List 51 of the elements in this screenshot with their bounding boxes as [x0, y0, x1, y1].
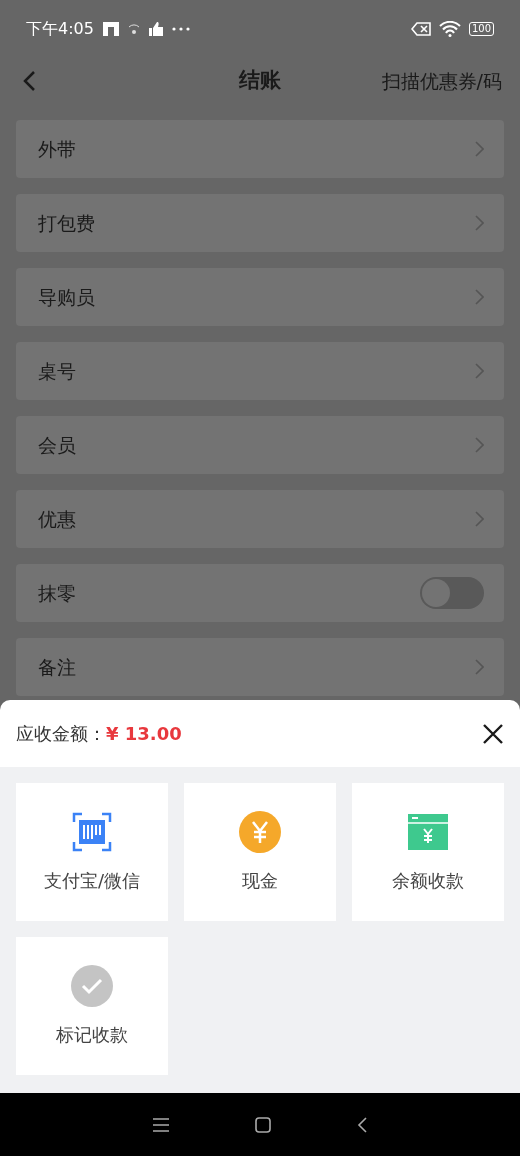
- settings-row[interactable]: 外带: [16, 120, 504, 178]
- settings-row[interactable]: 优惠: [16, 490, 504, 548]
- chevron-right-icon: [475, 141, 484, 157]
- payment-method-label: 现金: [242, 868, 278, 893]
- payment-method-tile[interactable]: 现金: [184, 783, 336, 921]
- amount-label: 应收金额：: [16, 722, 106, 746]
- row-label: 外带: [38, 136, 76, 162]
- wifi-icon: [438, 21, 461, 37]
- wallet-icon: [408, 813, 448, 850]
- payment-method-tile[interactable]: 余额收款: [352, 783, 504, 921]
- more-icon: [171, 27, 190, 31]
- home-square-icon[interactable]: [255, 1116, 271, 1133]
- chevron-right-icon: [475, 437, 484, 453]
- scan-coupon-button[interactable]: 扫描优惠券/码: [381, 66, 502, 96]
- row-label: 打包费: [38, 210, 95, 236]
- settings-row[interactable]: 打包费: [16, 194, 504, 252]
- settings-row[interactable]: 备注: [16, 638, 504, 696]
- amount-value: ¥ 13.00: [106, 722, 182, 746]
- close-icon[interactable]: [482, 722, 504, 745]
- payment-method-label: 余额收款: [392, 868, 464, 893]
- check-circle-icon: [71, 964, 113, 1007]
- chevron-right-icon: [475, 215, 484, 231]
- status-time: 下午4:05: [26, 18, 94, 40]
- row-label: 抹零: [38, 580, 76, 606]
- toggle-switch[interactable]: [420, 577, 484, 609]
- settings-row[interactable]: 导购员: [16, 268, 504, 326]
- back-icon[interactable]: [357, 1116, 367, 1133]
- no-sim-icon: [410, 22, 431, 36]
- chevron-right-icon: [475, 511, 484, 527]
- payment-method-label: 标记收款: [56, 1022, 128, 1047]
- row-label: 备注: [38, 654, 76, 680]
- chevron-right-icon: [475, 363, 484, 379]
- payment-method-label: 支付宝/微信: [43, 868, 141, 893]
- row-label: 桌号: [38, 358, 76, 384]
- barcode-scan-icon: [72, 811, 112, 852]
- settings-row[interactable]: 抹零: [16, 564, 504, 622]
- menu-icon[interactable]: [153, 1117, 169, 1132]
- row-label: 导购员: [38, 284, 95, 310]
- page-title: 结账: [239, 67, 281, 95]
- thumbs-up-icon: [147, 21, 164, 37]
- battery-indicator: 100: [468, 22, 494, 36]
- row-label: 优惠: [38, 506, 76, 532]
- settings-row[interactable]: 会员: [16, 416, 504, 474]
- chevron-right-icon: [475, 659, 484, 675]
- payment-method-tile[interactable]: 标记收款: [16, 937, 168, 1075]
- yen-coin-icon: [239, 810, 281, 853]
- payment-method-tile[interactable]: 支付宝/微信: [16, 783, 168, 921]
- chevron-right-icon: [475, 289, 484, 305]
- row-label: 会员: [38, 432, 76, 458]
- settings-row[interactable]: 桌号: [16, 342, 504, 400]
- app-notification-icon: [101, 21, 120, 37]
